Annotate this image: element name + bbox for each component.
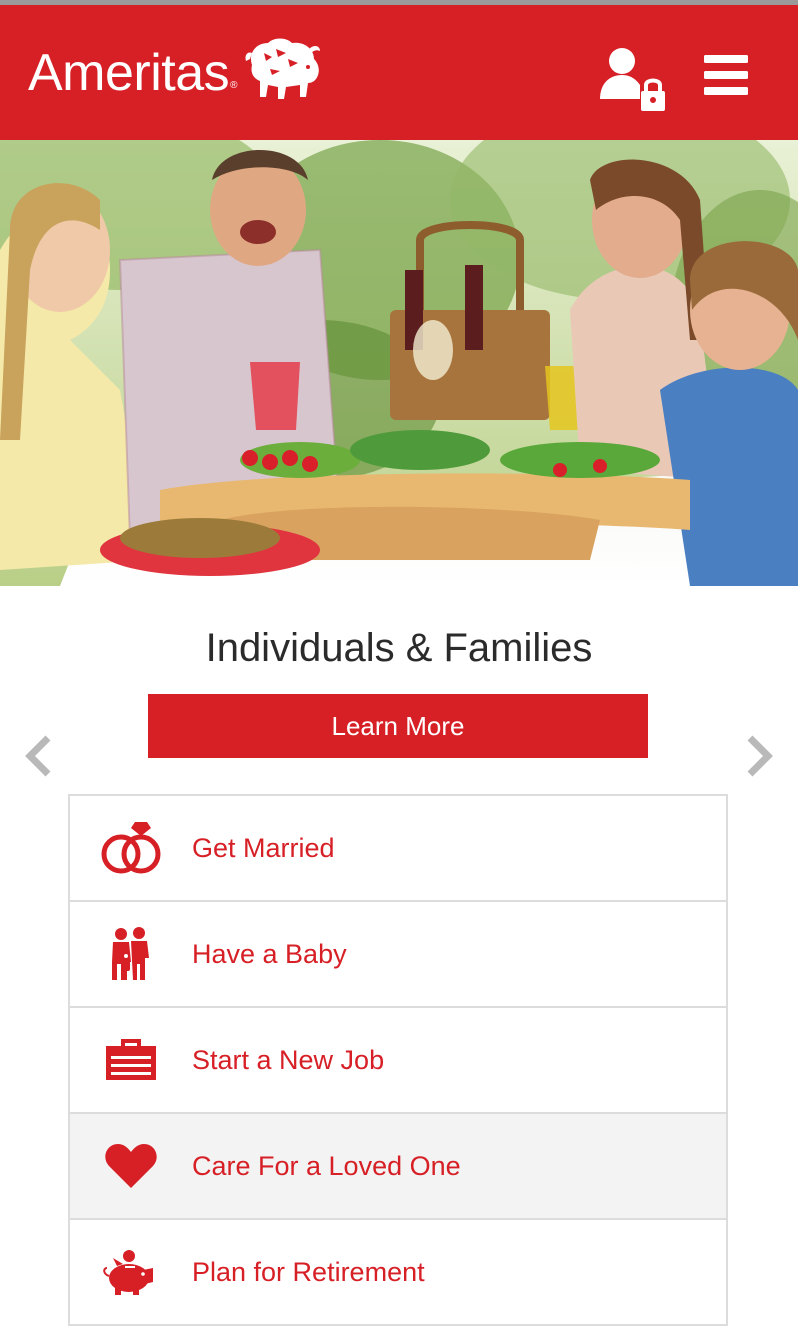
menu-button[interactable] (700, 49, 752, 101)
carousel: Individuals & Families Learn More (0, 586, 798, 796)
ameritas-logo[interactable]: Ameritas ® (28, 33, 324, 113)
chevron-right-icon (747, 735, 773, 777)
life-event-label: Care For a Loved One (192, 1150, 461, 1181)
life-event-get-married[interactable]: Get Married (70, 796, 726, 902)
heart-icon (105, 1144, 157, 1188)
life-event-care-for-loved-one[interactable]: Care For a Loved One (70, 1114, 726, 1220)
family-baby-icon (112, 927, 149, 980)
hero-image (0, 140, 798, 586)
user-lock-icon (600, 48, 665, 111)
carousel-title: Individuals & Families (205, 626, 593, 670)
site-header: Ameritas ® (0, 5, 798, 140)
life-event-start-new-job[interactable]: Start a New Job (70, 1008, 726, 1114)
life-event-label: Plan for Retirement (192, 1256, 425, 1287)
family-picnic-photo (0, 140, 798, 586)
life-event-label: Get Married (192, 832, 335, 863)
hamburger-menu-icon (704, 55, 748, 95)
piggy-bank-icon (103, 1250, 153, 1295)
logo-wordmark: Ameritas (28, 44, 230, 102)
wedding-rings-icon (101, 822, 161, 874)
life-event-label: Have a Baby (192, 938, 347, 969)
carousel-next-button[interactable] (742, 734, 778, 778)
life-event-label: Start a New Job (192, 1044, 385, 1075)
login-button[interactable] (596, 43, 668, 115)
carousel-prev-button[interactable] (20, 734, 56, 778)
bison-logo-icon (244, 38, 320, 99)
life-event-plan-for-retirement[interactable]: Plan for Retirement (70, 1220, 726, 1326)
life-events-list: Get Married Have a Baby Start a New Job … (68, 794, 728, 1326)
life-event-have-a-baby[interactable]: Have a Baby (70, 902, 726, 1008)
chevron-left-icon (25, 735, 51, 777)
learn-more-button[interactable]: Learn More (148, 694, 648, 758)
registered-mark: ® (230, 79, 238, 91)
briefcase-icon (106, 1039, 156, 1080)
